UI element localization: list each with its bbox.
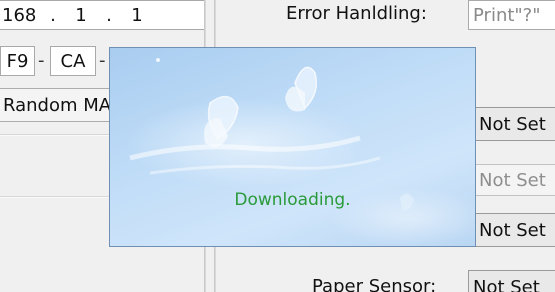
butterfly-background-image [125, 58, 475, 246]
error-handling-label: Error Hanldling: [286, 3, 427, 24]
mac-octet-field[interactable]: F9 [0, 46, 35, 76]
mac-separator: - [99, 50, 106, 71]
ip-dot: . [106, 4, 112, 26]
paper-sensor-label: Paper Sensor: [312, 276, 437, 292]
paper-sensor-combo[interactable]: Not Set [468, 270, 555, 292]
ip-octet-3[interactable]: 168 [2, 5, 40, 26]
ip-address-field[interactable]: 168 . 1 . 1 [0, 0, 205, 30]
butterfly-icon [285, 66, 317, 112]
ip-octet-4b[interactable]: 1 [122, 5, 152, 26]
downloading-popup: Downloading. [109, 47, 476, 247]
mac-octet-field[interactable]: CA [50, 46, 96, 76]
error-handling-input[interactable]: Print"?" [468, 0, 555, 30]
ip-octet-4a[interactable]: 1 [66, 5, 96, 26]
mac-separator: - [38, 50, 45, 71]
setting-combo[interactable]: Not Set [474, 213, 555, 247]
downloading-message: Downloading. [234, 190, 351, 210]
setting-combo-disabled: Not Set [474, 164, 555, 196]
setting-combo[interactable]: Not Set [474, 107, 555, 141]
ip-dot: . [50, 4, 56, 26]
